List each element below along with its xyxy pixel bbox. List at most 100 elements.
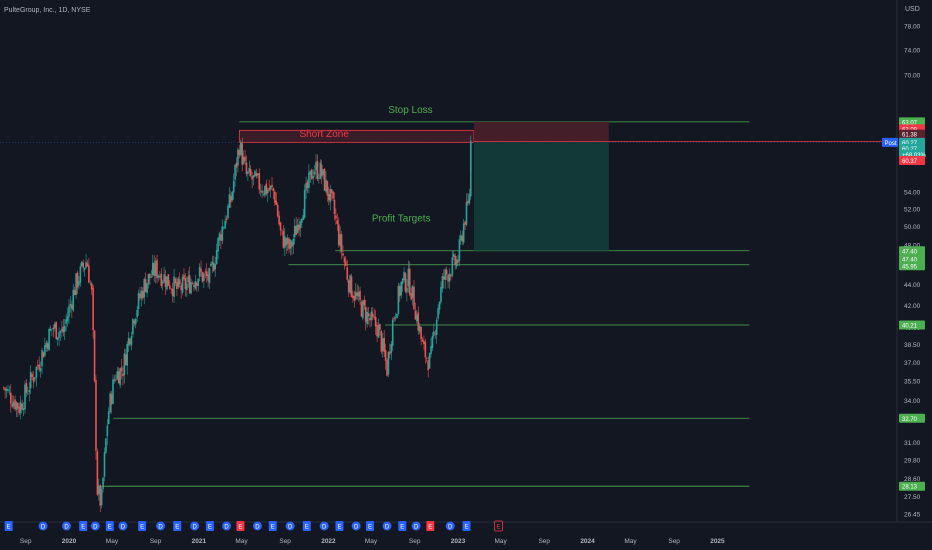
candle-body [359, 290, 361, 301]
candle-body [205, 271, 208, 277]
candle-body [221, 226, 224, 241]
candle-body [339, 234, 341, 247]
candle-body [198, 266, 201, 277]
candle-body [174, 278, 177, 284]
candle-body [239, 142, 242, 155]
candle-body [213, 262, 215, 271]
candle-body [286, 237, 289, 244]
candle-body [197, 278, 199, 286]
candle-body [437, 308, 439, 319]
candle-body [319, 162, 322, 179]
candle-body [139, 293, 141, 299]
chart-background [0, 0, 932, 550]
candle-body [389, 351, 391, 355]
price-tick-label: 52.00 [904, 206, 921, 213]
candle-body [176, 282, 178, 290]
candle-body [227, 205, 229, 219]
candle-body [445, 269, 448, 275]
candle-body [110, 394, 113, 405]
position-risk-zone [473, 121, 609, 142]
candle-body [194, 281, 197, 289]
candle-body [411, 285, 414, 298]
candle-body [401, 278, 404, 284]
candle-body [303, 190, 306, 218]
candle-body [71, 304, 73, 309]
time-tick-label: May [494, 538, 507, 545]
candle-body [42, 352, 45, 358]
candle-body [149, 273, 151, 279]
candle-body [416, 314, 418, 322]
candle-body [93, 330, 96, 381]
candle-body [61, 328, 63, 332]
candle-body [468, 194, 471, 204]
candle-body [190, 282, 192, 294]
candle-body [458, 239, 461, 261]
price-tick-label: 78.00 [904, 24, 921, 31]
candle-body [39, 368, 42, 372]
candle-body [49, 328, 52, 331]
candle-body [188, 275, 191, 294]
candle-body [347, 280, 350, 293]
candle-body [222, 227, 225, 229]
candle-body [298, 224, 300, 231]
candle-body [406, 287, 408, 293]
candle-body [272, 188, 275, 192]
candle-body [465, 201, 468, 225]
candle-body [310, 169, 313, 180]
candle-body [203, 273, 205, 281]
candle-body [36, 365, 39, 366]
candle-body [126, 344, 129, 366]
time-tick-label: Sep [150, 538, 162, 545]
annotation-label: Profit Targets [372, 213, 431, 224]
candle-body [318, 178, 320, 180]
candle-body [234, 164, 236, 180]
candle-body [291, 242, 293, 247]
time-tick-label: Sep [279, 538, 291, 545]
candle-body [134, 318, 137, 325]
candle-body [237, 149, 239, 166]
candle-body [353, 296, 356, 301]
candle-body [434, 333, 437, 334]
candle-body [380, 331, 383, 352]
earnings-marker-letter: E [337, 524, 341, 530]
candle-body [127, 337, 130, 346]
candle-body [170, 288, 173, 290]
candle-body [312, 176, 314, 179]
time-tick-label: Sep [409, 538, 421, 545]
candle-body [153, 263, 155, 276]
time-tick-label: Sep [20, 538, 32, 545]
candle-body [106, 425, 109, 437]
candle-body [150, 276, 153, 278]
candle-body [464, 221, 466, 225]
price-tick-label: 50.00 [904, 224, 921, 231]
candle-body [102, 477, 104, 489]
candle-body [132, 318, 134, 335]
candle-body [83, 267, 86, 270]
candle-body [410, 293, 412, 300]
earnings-marker-letter: D [255, 524, 260, 530]
earnings-marker-letter: E [7, 524, 11, 530]
candle-body [44, 345, 46, 356]
candle-body [217, 238, 219, 252]
price-label-text: 32.70 [902, 417, 918, 423]
candle-body [323, 169, 326, 191]
candle-body [103, 452, 106, 477]
candle-body [2, 387, 5, 388]
candle-body [68, 305, 70, 317]
candle-body [315, 162, 317, 171]
candle-body [214, 264, 217, 270]
candle-body [357, 291, 360, 297]
price-chart[interactable]: PulteGroup, Inc., 1D, NYSE USD Stop Loss… [0, 0, 932, 550]
price-tick-label: 31.00 [904, 440, 921, 447]
candle-body [254, 170, 256, 177]
candle-body [62, 326, 65, 333]
candle-body [350, 276, 353, 298]
candle-body [142, 290, 144, 299]
annotation-label: Stop Loss [388, 105, 432, 116]
candle-body [381, 338, 384, 351]
candle-body [249, 169, 252, 176]
candle-body [336, 220, 339, 224]
candle-body [433, 331, 435, 336]
candle-body [454, 255, 456, 265]
candle-body [146, 283, 148, 293]
